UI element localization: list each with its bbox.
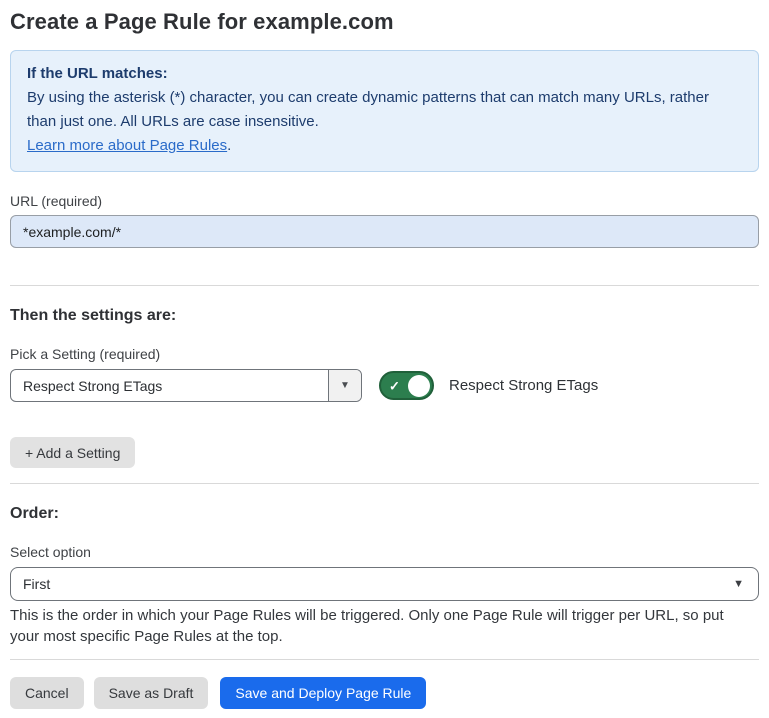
footer-button-row: Cancel Save as Draft Save and Deploy Pag… bbox=[10, 677, 759, 709]
info-box-link-line: Learn more about Page Rules. bbox=[27, 134, 742, 158]
order-select-value: First bbox=[23, 576, 733, 592]
footer-divider bbox=[10, 659, 759, 660]
order-section-heading: Order: bbox=[10, 505, 759, 523]
save-and-deploy-button[interactable]: Save and Deploy Page Rule bbox=[220, 677, 426, 709]
cancel-button[interactable]: Cancel bbox=[10, 677, 84, 709]
link-suffix-text: . bbox=[227, 137, 231, 154]
setting-dropdown-value: Respect Strong ETags bbox=[11, 370, 328, 401]
save-as-draft-button[interactable]: Save as Draft bbox=[94, 677, 209, 709]
caret-down-icon: ▼ bbox=[340, 380, 350, 391]
info-box-body: By using the asterisk (*) character, you… bbox=[27, 86, 742, 134]
order-select-label: Select option bbox=[10, 544, 759, 560]
info-box-heading: If the URL matches: bbox=[27, 62, 742, 86]
page-title: Create a Page Rule for example.com bbox=[10, 0, 759, 35]
settings-section-heading: Then the settings are: bbox=[10, 307, 759, 325]
url-input[interactable] bbox=[10, 215, 759, 248]
setting-dropdown-button[interactable]: ▼ bbox=[328, 370, 361, 401]
add-setting-button[interactable]: + Add a Setting bbox=[10, 437, 135, 468]
check-icon: ✓ bbox=[389, 379, 400, 392]
url-field-label: URL (required) bbox=[10, 193, 759, 209]
section-divider bbox=[10, 483, 759, 484]
setting-row: Respect Strong ETags ▼ ✓ Respect Strong … bbox=[10, 369, 759, 402]
order-select[interactable]: First ▼ bbox=[10, 567, 759, 601]
learn-more-link[interactable]: Learn more about Page Rules bbox=[27, 137, 227, 154]
setting-picker-label: Pick a Setting (required) bbox=[10, 346, 759, 362]
toggle-knob bbox=[408, 375, 430, 397]
setting-toggle[interactable]: ✓ bbox=[379, 371, 434, 400]
caret-down-icon: ▼ bbox=[733, 578, 744, 590]
url-match-info-box: If the URL matches: By using the asteris… bbox=[10, 50, 759, 172]
setting-toggle-group: ✓ Respect Strong ETags bbox=[379, 371, 598, 400]
setting-toggle-label: Respect Strong ETags bbox=[449, 377, 598, 394]
section-divider bbox=[10, 285, 759, 286]
order-help-text: This is the order in which your Page Rul… bbox=[10, 605, 750, 647]
setting-dropdown[interactable]: Respect Strong ETags ▼ bbox=[10, 369, 362, 402]
page-rule-form: Create a Page Rule for example.com If th… bbox=[0, 0, 769, 709]
